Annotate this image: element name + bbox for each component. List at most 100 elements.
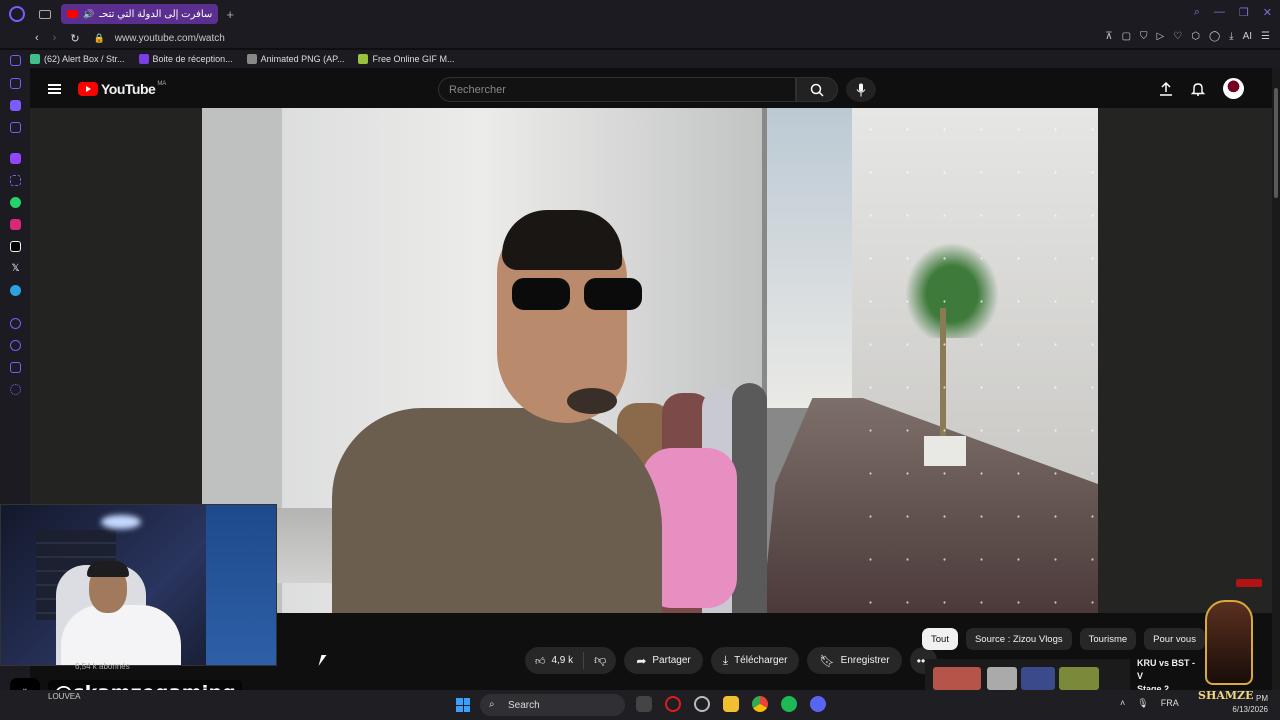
apng-favicon-icon [246,54,257,64]
chrome-icon[interactable] [752,696,768,712]
tab-active[interactable]: 🔊 سافرت إلى الدولة التي تتحـ [61,4,219,24]
whatsapp-icon[interactable] [10,197,21,208]
discord-icon[interactable] [810,696,826,712]
lock-icon[interactable]: 🔒 [94,33,105,44]
youtube-logo[interactable]: YouTube MA [78,81,166,97]
youtube-favicon-icon [67,10,78,18]
tiktok-icon[interactable] [10,241,21,252]
recommendation-thumbnail[interactable] [925,659,1130,690]
mascot-label: SHAMZE [1198,689,1254,702]
maximize-button[interactable]: ❐ [1239,6,1249,19]
bookmark-animated-png[interactable]: Animated PNG (AP... [246,54,345,64]
search-tabs-icon[interactable]: ⌕ [1194,6,1200,19]
taskbar-search[interactable]: ⌕ Search [480,694,625,716]
ambient-right [1098,108,1272,613]
reload-button[interactable]: ↻ [70,32,79,45]
bookmark-label: Animated PNG (AP... [260,54,345,64]
address-bar-tools: ⊼ ▢ ⛉ ▷ ♡ ⬡ ◯ ⤓ AI ☰ [1105,31,1270,42]
file-explorer-icon[interactable] [723,696,739,712]
alert-box-favicon-icon [30,54,40,64]
windows-taskbar: LOUVEA ⌕ Search ˄ 🎙︎ FRA PM 6/13/2026 [0,690,1280,720]
microphone-icon [856,83,866,96]
opera-gx-icon[interactable] [665,696,681,712]
address-bar: ‹ › ↻ 🔒 www.youtube.com/watch ⊼ ▢ ⛉ ▷ ♡ … [0,28,1280,48]
bookmark-label: Boite de réception... [152,54,233,64]
extensions-icon[interactable] [10,362,21,373]
downloads-icon[interactable]: ⤓ [1229,31,1233,42]
task-view-icon[interactable] [636,696,652,712]
bookmark-label: (62) Alert Box / Str... [44,54,125,64]
chip-source[interactable]: Source : Zizou Vlogs [965,628,1072,650]
bookmark-alert-box[interactable]: (62) Alert Box / Str... [30,54,125,64]
spotify-icon[interactable] [781,696,797,712]
mail-icon[interactable] [10,122,21,133]
video-scene-rain [852,108,1098,613]
history-icon[interactable] [10,55,21,66]
snapshot-icon[interactable]: ▢ [1122,31,1131,42]
save-label: Enregistrer [840,655,890,666]
taskbar-left-text: LOUVEA [48,692,81,701]
settings-icon[interactable] [10,384,21,395]
windows-start-icon[interactable] [456,698,470,712]
url-field[interactable]: www.youtube.com/watch [115,33,225,44]
bookmark-label: Free Online GIF M... [372,54,455,64]
instagram-icon[interactable] [10,219,21,230]
mouse-cursor-icon [318,655,327,666]
twitch-icon[interactable] [10,153,21,164]
menu-icon[interactable]: ☰ [1261,31,1270,42]
profile-icon[interactable]: ◯ [1209,31,1220,42]
clock-icon[interactable] [10,340,21,351]
back-button[interactable]: ‹ [35,32,39,45]
x-icon[interactable]: 𝕏 [10,263,21,274]
bookmark-gif-maker[interactable]: Free Online GIF M... [358,54,455,64]
player-icon[interactable]: ▷ [1157,31,1165,42]
player-icon[interactable] [10,318,21,329]
minimize-button[interactable]: — [1214,6,1225,19]
chip-all[interactable]: Tout [922,628,958,650]
messenger-icon[interactable] [10,100,21,111]
download-button[interactable]: ⤓ Télécharger [710,647,800,674]
download-label: Télécharger [734,655,788,666]
save-button[interactable]: 🔖︎ Enregistrer [807,647,902,674]
video-actions: 👍︎ 4,9 k 👎︎ ➦ Partager ⤓ Télécharger 🔖︎ … [525,647,937,674]
pin-icon[interactable]: ⊼ [1105,31,1112,42]
forward-button[interactable]: › [53,32,57,45]
video-scene-person [332,210,672,613]
mail-favicon-icon [138,54,149,64]
ai-button[interactable]: AI [1243,31,1252,42]
like-button[interactable]: 👍︎ 4,9 k [525,652,585,669]
language-indicator[interactable]: FRA [1161,698,1179,709]
logo-wordmark: YouTube [101,81,156,97]
workspaces-icon[interactable] [39,9,51,19]
settings-app-icon[interactable] [694,696,710,712]
tray-mic-icon[interactable]: 🎙︎ [1137,698,1148,709]
notifications-bell-icon[interactable] [1191,82,1205,96]
bookmark-inbox[interactable]: Boite de réception... [138,54,233,64]
bag-icon[interactable] [10,78,21,89]
share-button[interactable]: ➦ Partager [624,647,703,674]
search-button[interactable] [796,77,838,102]
telegram-icon[interactable] [10,285,21,296]
search-icon: ⌕ [489,699,495,710]
bookmarks-bar: (62) Alert Box / Str... Boite de récepti… [30,50,1280,68]
close-button[interactable]: ✕ [1263,6,1272,19]
account-avatar[interactable] [1223,78,1244,99]
dislike-button[interactable]: 👎︎ [584,653,616,668]
thumbs-up-icon: 👍︎ [535,655,546,667]
shield-icon[interactable]: ⛉ [1140,31,1148,42]
search-input[interactable]: Rechercher [438,77,796,102]
share-icon: ➦ [636,653,647,668]
new-tab-button[interactable]: + [226,7,234,22]
scrollbar-thumb[interactable] [1274,88,1278,198]
voice-search-button[interactable] [846,77,876,102]
percent-icon[interactable] [10,175,21,186]
speaker-icon[interactable]: 🔊 [83,9,94,20]
video-player[interactable] [202,108,1098,613]
browser-logo-icon[interactable] [9,6,25,22]
chip-tourism[interactable]: Tourisme [1079,628,1137,650]
guide-menu-icon[interactable] [48,84,61,94]
heart-icon[interactable]: ♡ [1173,31,1182,42]
upload-icon[interactable] [1159,81,1173,96]
tray-chevron-icon[interactable]: ˄ [1120,698,1125,709]
extensions-icon[interactable]: ⬡ [1191,31,1200,42]
